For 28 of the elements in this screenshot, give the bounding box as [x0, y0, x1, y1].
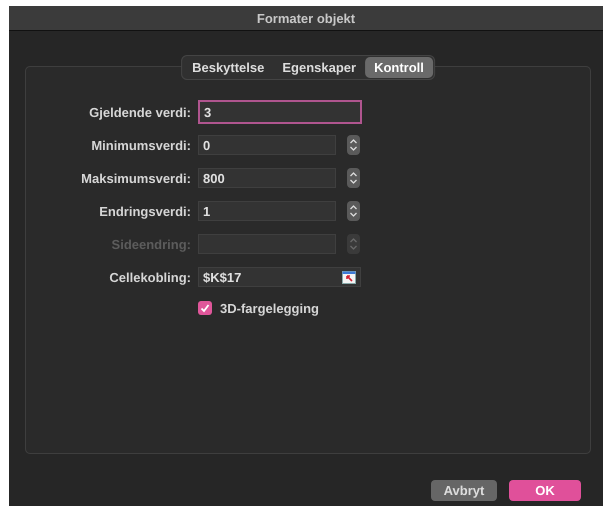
field-label: Minimumsverdi:	[90, 138, 192, 152]
field-value: 3	[204, 104, 212, 120]
field-value: $K$17	[203, 270, 242, 284]
cancel-button[interactable]: Avbryt	[431, 480, 497, 501]
stepper-control[interactable]	[347, 135, 360, 155]
field-label: Cellekobling:	[108, 270, 192, 284]
input-field[interactable]: 0	[198, 135, 336, 155]
ok-button[interactable]: OK	[509, 480, 581, 501]
tab[interactable]: Beskyttelse	[183, 57, 274, 78]
field-label: Gjeldende verdi:	[88, 104, 192, 120]
input-field[interactable]: 3	[198, 100, 362, 124]
cell-picker-icon[interactable]	[342, 270, 356, 284]
input-field[interactable]: 1	[198, 201, 336, 221]
checkbox-option[interactable]: 3D-fargelegging	[198, 300, 319, 316]
window-title: Formater objekt	[256, 10, 356, 26]
stepper-control[interactable]	[347, 201, 360, 221]
input-field[interactable]: 800	[198, 168, 336, 188]
field-value: 800	[203, 170, 225, 186]
tab[interactable]: Egenskaper	[273, 57, 366, 78]
input-field[interactable]: $K$17	[198, 267, 361, 287]
field-label: Endringsverdi:	[98, 204, 192, 218]
tab[interactable]: Kontroll	[365, 57, 433, 78]
checkbox[interactable]	[198, 301, 212, 315]
stepper-control[interactable]	[347, 168, 360, 188]
field-label: Maksimumsverdi:	[80, 170, 192, 186]
checkmark-icon	[200, 303, 210, 313]
field-value: 1	[203, 204, 210, 218]
field-value: 0	[203, 138, 210, 152]
